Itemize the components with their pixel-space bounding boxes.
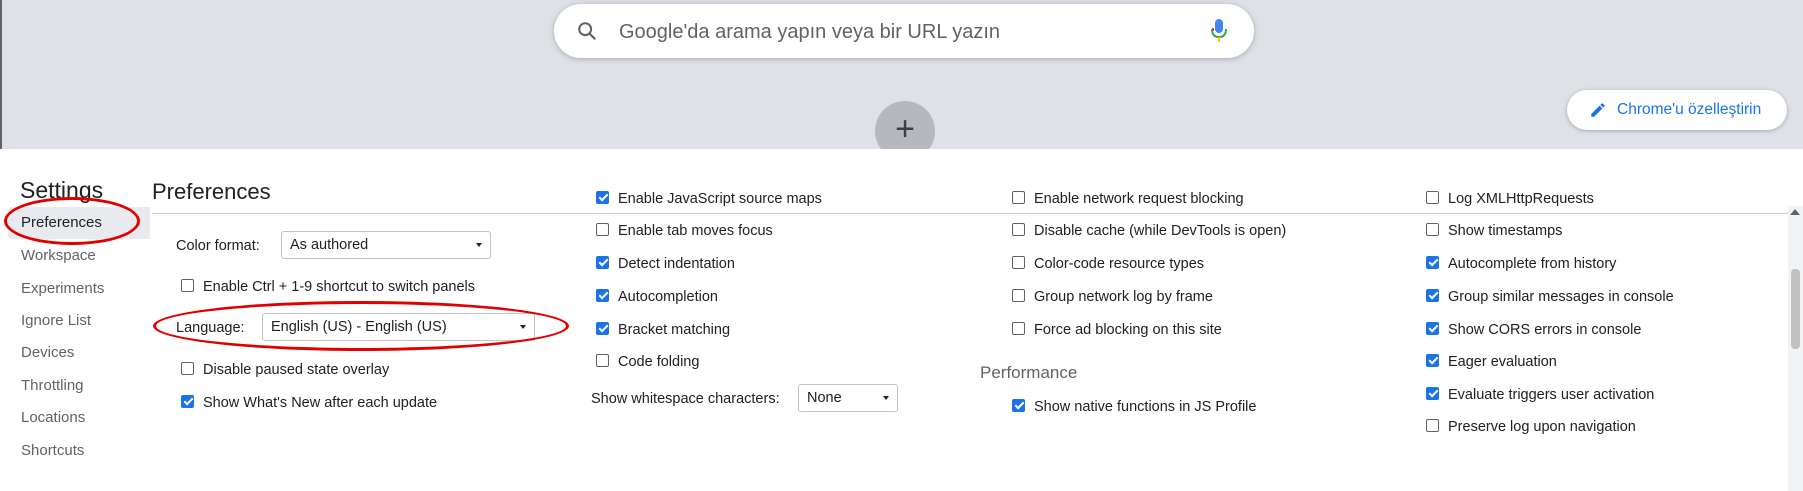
nav-item-locations[interactable]: Locations xyxy=(8,402,150,434)
option-label: Show What's New after each update xyxy=(203,395,438,411)
checkbox[interactable] xyxy=(1426,191,1439,204)
preferences-heading: Preferences xyxy=(152,179,271,204)
option-label: Preserve log upon navigation xyxy=(1448,419,1636,435)
pencil-icon xyxy=(1591,103,1605,117)
option-label: Eager evaluation xyxy=(1448,354,1557,370)
checkbox[interactable] xyxy=(596,354,609,367)
checkbox-checked[interactable] xyxy=(596,322,609,335)
nav-item-workspace[interactable]: Workspace xyxy=(8,240,150,272)
option-label: Show CORS errors in console xyxy=(1448,322,1642,338)
nav-item-devices[interactable]: Devices xyxy=(8,337,150,369)
dropdown-caret-icon xyxy=(520,325,526,329)
checkbox[interactable] xyxy=(1012,191,1025,204)
new-tab-page: Google'da arama yapın veya bir URL yazın… xyxy=(0,0,1803,161)
checkbox-checked[interactable] xyxy=(596,191,609,204)
option-label: Code folding xyxy=(618,354,700,370)
header-divider xyxy=(152,213,1802,214)
color-format-select[interactable]: As authored xyxy=(281,231,491,259)
customize-chrome-button[interactable]: Chrome'u özelleştirin xyxy=(1567,90,1787,130)
scroll-up-arrow-icon[interactable] xyxy=(1790,209,1800,215)
search-placeholder: Google'da arama yapın veya bir URL yazın xyxy=(619,21,1001,43)
option-label: Bracket matching xyxy=(618,322,731,338)
checkbox-checked[interactable] xyxy=(596,256,609,269)
language-value: English (US) - English (US) xyxy=(271,319,447,335)
option-label: Autocomplete from history xyxy=(1448,256,1617,272)
dropdown-caret-icon xyxy=(476,243,482,247)
option-label: Color-code resource types xyxy=(1034,256,1205,272)
microphone-icon[interactable] xyxy=(1210,18,1228,44)
checkbox[interactable] xyxy=(181,279,194,292)
option-label: Autocompletion xyxy=(618,289,718,305)
checkbox-checked[interactable] xyxy=(1012,399,1025,412)
plus-icon: + xyxy=(895,110,915,148)
checkbox[interactable] xyxy=(181,362,194,375)
devtools-settings-panel: Settings Preferences Workspace Experimen… xyxy=(0,149,1803,491)
checkbox-checked[interactable] xyxy=(596,289,609,302)
option-label: Detect indentation xyxy=(618,256,735,272)
scrollbar-thumb[interactable] xyxy=(1791,269,1800,349)
search-box[interactable]: Google'da arama yapın veya bir URL yazın xyxy=(554,4,1254,58)
search-icon xyxy=(578,22,597,41)
option-label: Log XMLHttpRequests xyxy=(1448,191,1594,207)
nav-item-experiments[interactable]: Experiments xyxy=(8,273,150,305)
checkbox[interactable] xyxy=(596,223,609,236)
whitespace-value: None xyxy=(807,390,842,406)
option-label: Enable network request blocking xyxy=(1034,191,1244,207)
language-label: Language: xyxy=(176,320,245,336)
customize-label: Chrome'u özelleştirin xyxy=(1617,101,1762,118)
checkbox-checked[interactable] xyxy=(181,395,194,408)
checkbox[interactable] xyxy=(1012,322,1025,335)
nav-item-preferences[interactable]: Preferences xyxy=(8,207,150,239)
checkbox-checked[interactable] xyxy=(1426,289,1439,302)
performance-heading: Performance xyxy=(980,363,1078,382)
checkbox[interactable] xyxy=(1426,419,1439,432)
whitespace-select[interactable]: None xyxy=(798,384,898,412)
nav-item-throttling[interactable]: Throttling xyxy=(8,370,150,402)
option-label: Group network log by frame xyxy=(1034,289,1213,305)
option-label: Enable tab moves focus xyxy=(618,223,773,239)
option-label: Enable JavaScript source maps xyxy=(618,191,822,207)
checkbox-checked[interactable] xyxy=(1426,256,1439,269)
nav-item-ignore-list[interactable]: Ignore List xyxy=(8,305,150,337)
option-label: Group similar messages in console xyxy=(1448,289,1674,305)
checkbox-checked[interactable] xyxy=(1426,354,1439,367)
checkbox[interactable] xyxy=(1426,223,1439,236)
option-label: Show timestamps xyxy=(1448,223,1563,239)
color-format-value: As authored xyxy=(290,237,369,253)
language-select[interactable]: English (US) - English (US) xyxy=(262,313,535,341)
checkbox[interactable] xyxy=(1012,289,1025,302)
option-label: Show native functions in JS Profile xyxy=(1034,399,1257,415)
whitespace-label: Show whitespace characters: xyxy=(591,391,780,407)
option-label: Disable cache (while DevTools is open) xyxy=(1034,223,1287,239)
option-label: Evaluate triggers user activation xyxy=(1448,387,1655,403)
option-label: Enable Ctrl + 1-9 shortcut to switch pan… xyxy=(203,279,476,295)
option-label: Disable paused state overlay xyxy=(203,362,390,378)
checkbox[interactable] xyxy=(1012,256,1025,269)
checkbox-checked[interactable] xyxy=(1426,322,1439,335)
nav-item-shortcuts[interactable]: Shortcuts xyxy=(8,435,150,467)
color-format-label: Color format: xyxy=(176,238,260,254)
option-label: Force ad blocking on this site xyxy=(1034,322,1222,338)
checkbox[interactable] xyxy=(1012,223,1025,236)
settings-title: Settings xyxy=(20,177,104,203)
checkbox-checked[interactable] xyxy=(1426,387,1439,400)
dropdown-caret-icon xyxy=(883,396,889,400)
